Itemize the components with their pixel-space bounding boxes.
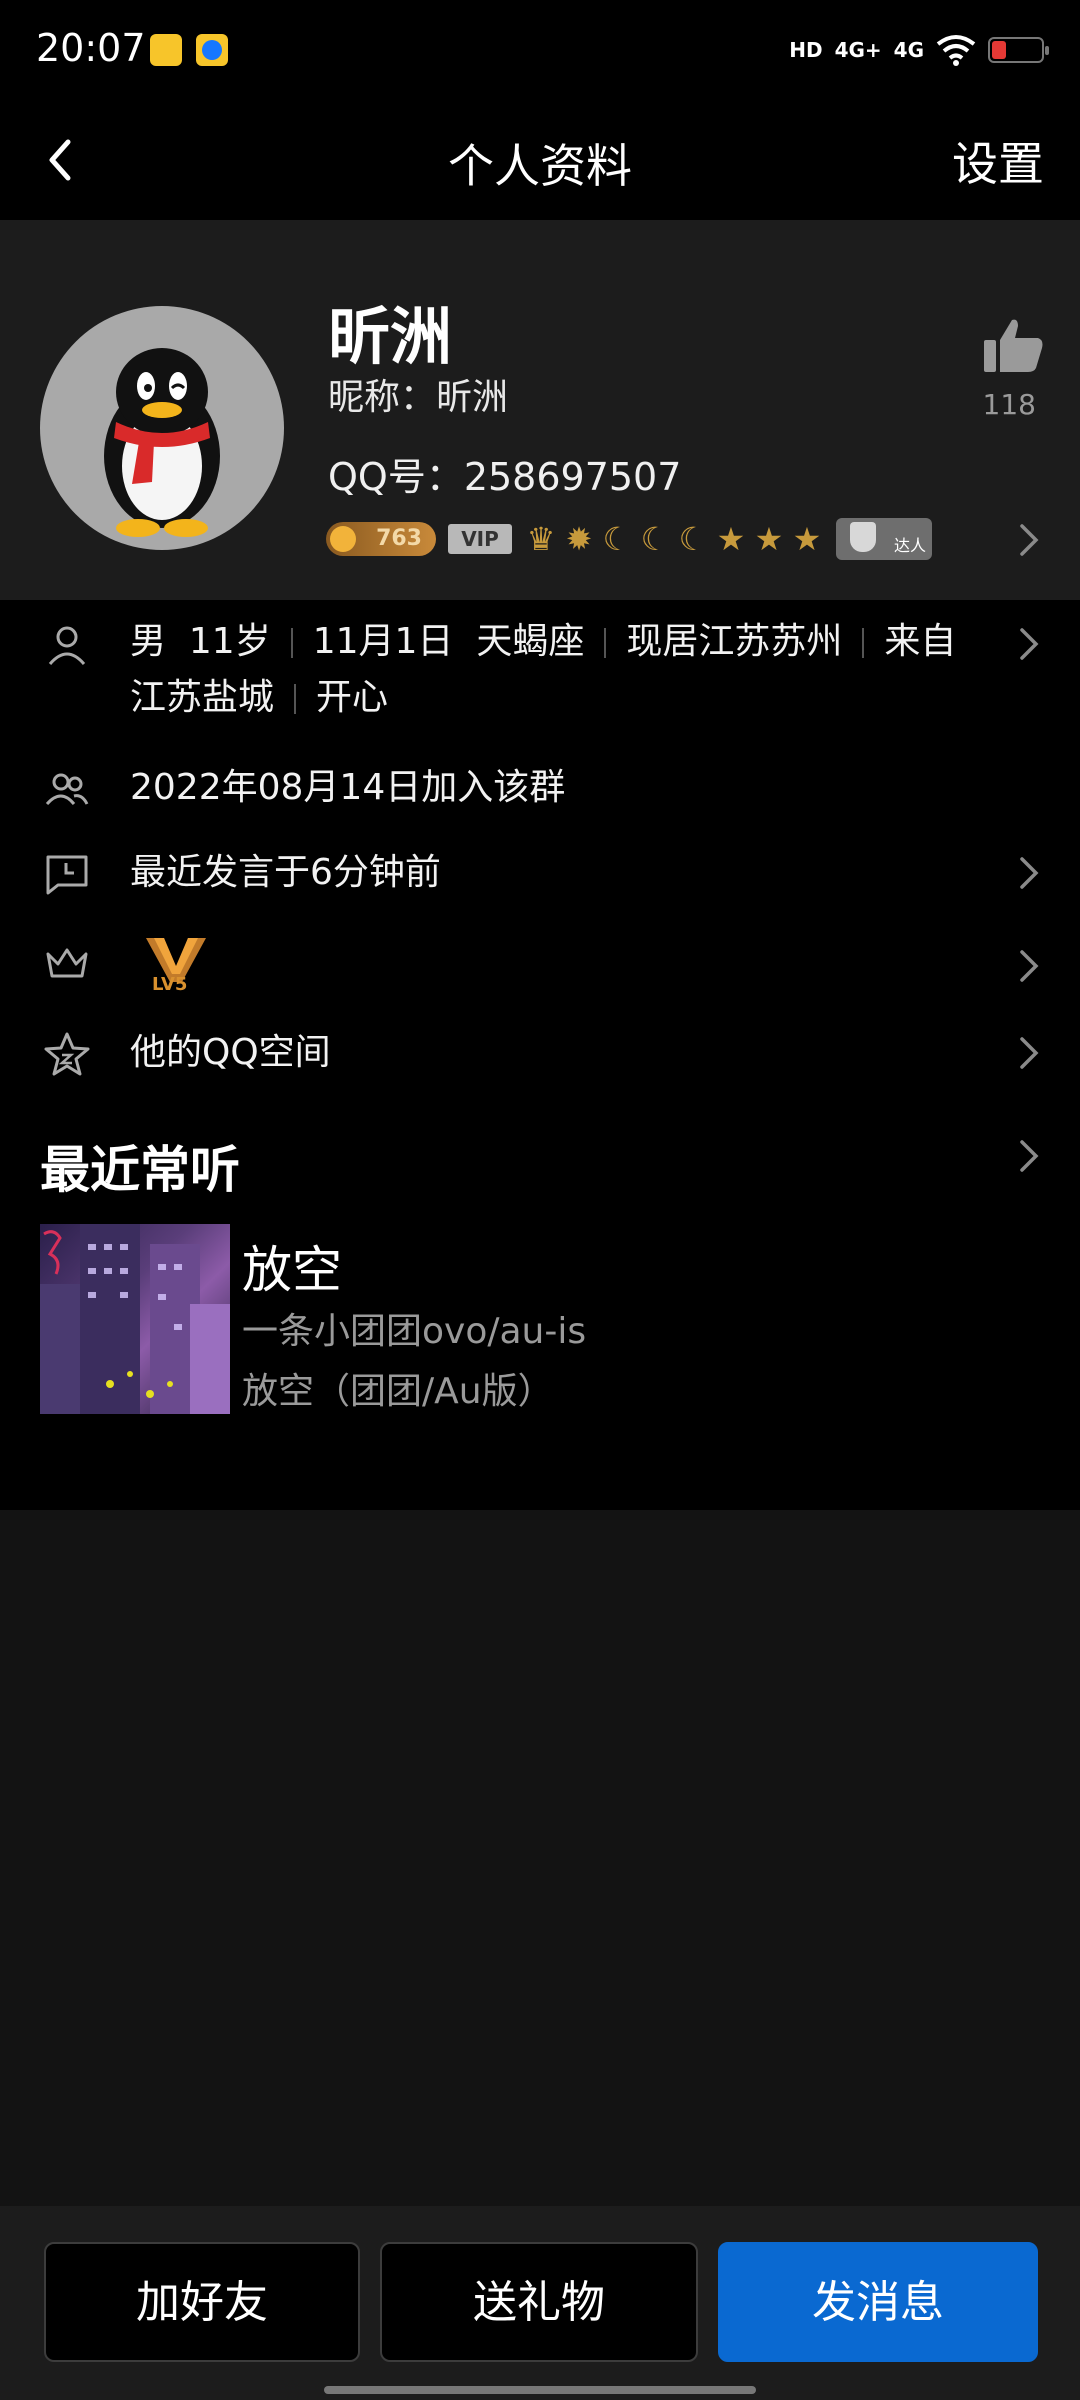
join-date-text: 2022年08月14日加入该群 — [130, 767, 566, 808]
moon-icon: ☾ — [678, 520, 708, 558]
star-icon: ★ — [716, 520, 746, 558]
last-speak-row[interactable]: 最近发言于6分钟前 — [0, 845, 1080, 915]
star-icon: ★ — [754, 520, 784, 558]
crown-icon: ♛ — [526, 520, 556, 558]
chevron-right-icon — [1020, 1037, 1039, 1069]
avatar[interactable] — [40, 306, 284, 550]
alipay-icon — [196, 34, 228, 66]
wifi-icon — [936, 35, 976, 66]
chevron-right-icon — [1020, 628, 1039, 660]
coin-badge: 763 — [326, 522, 436, 556]
badge-row[interactable]: 763 VIP ♛ ✹ ☾ ☾ ☾ ★ ★ ★ 达人 — [326, 518, 932, 560]
song-album: 放空（团团/Au版） — [242, 1371, 554, 1412]
last-speak-text: 最近发言于6分钟前 — [130, 852, 441, 893]
signal-4g-plus: 4G+ — [834, 38, 882, 62]
vip-badge: VIP — [448, 524, 512, 554]
basic-info-row[interactable]: 男 11岁 11月1日 天蝎座 现居江苏苏州 来自江苏盐城 开心 — [0, 620, 1080, 740]
moon-icon: ☾ — [640, 520, 670, 558]
chevron-right-icon — [1020, 524, 1039, 556]
mood: 开心 — [316, 677, 389, 718]
moon-icon: ☾ — [602, 520, 632, 558]
profile-card[interactable]: 昕洲 昵称：昕洲 QQ号：258697507 763 VIP ♛ ✹ ☾ ☾ ☾… — [0, 220, 1080, 600]
add-friend-button[interactable]: 加好友 — [44, 2242, 360, 2362]
like-count: 118 — [982, 388, 1036, 421]
page-title: 个人资料 — [448, 139, 632, 193]
chevron-right-icon — [1020, 950, 1039, 982]
meituan-icon — [150, 34, 182, 66]
message-clock-icon — [46, 855, 88, 895]
qzone-text: 他的QQ空间 — [130, 1032, 331, 1073]
nav-bar: 个人资料 设置 — [0, 100, 1080, 220]
crown-outline-icon — [46, 948, 88, 978]
qzone-row[interactable]: 他的QQ空间 — [0, 1025, 1080, 1095]
lv5-badge: LV5 — [142, 930, 210, 998]
group-icon — [45, 773, 89, 806]
battery-icon — [988, 37, 1049, 63]
constellation: 天蝎座 — [476, 621, 585, 662]
basic-info-text: 男 11岁 11月1日 天蝎座 现居江苏苏州 来自江苏盐城 开心 — [130, 614, 990, 726]
signal-4g: 4G — [893, 38, 924, 62]
recent-music-title: 最近常听 — [40, 1141, 240, 1199]
qq-penguin-icon — [104, 348, 220, 537]
bottom-action-bar: 加好友 送礼物 发消息 — [0, 2206, 1080, 2400]
chevron-right-icon[interactable] — [1018, 1138, 1040, 1174]
song-name[interactable]: 放空 — [242, 1230, 342, 1302]
album-cover[interactable] — [40, 1224, 230, 1414]
chevron-right-icon — [1020, 857, 1039, 889]
status-bar: 20:07 HD 4G+ 4G — [0, 0, 1080, 100]
hometown-prefix: 来自 — [884, 621, 957, 662]
info-section: 男 11岁 11月1日 天蝎座 现居江苏苏州 来自江苏盐城 开心 2022年08月14日… — [0, 600, 1080, 1510]
star-icon: ★ — [792, 520, 822, 558]
status-time: 20:07 — [36, 26, 146, 70]
hd-label: HD — [789, 38, 823, 62]
sun-icon: ✹ — [565, 520, 593, 558]
profile-name: 昕洲 — [328, 300, 453, 373]
gender: 男 — [130, 621, 167, 662]
settings-button[interactable]: 设置 — [952, 128, 1044, 194]
send-message-button[interactable]: 发消息 — [718, 2242, 1038, 2362]
profile-qq-number: QQ号：258697507 — [328, 455, 682, 499]
lv5-label: LV5 — [152, 974, 188, 995]
city-night-artwork — [40, 1224, 230, 1414]
send-gift-button[interactable]: 送礼物 — [380, 2242, 698, 2362]
home-indicator[interactable] — [324, 2386, 756, 2394]
status-indicators: HD 4G+ 4G — [789, 30, 1049, 70]
person-icon — [48, 626, 86, 666]
birthday: 11月1日 — [312, 621, 454, 662]
thumbs-up-icon[interactable] — [982, 316, 1044, 374]
profile-nickname: 昵称：昕洲 — [328, 377, 509, 418]
star-outline-icon — [44, 1032, 90, 1076]
location: 现居江苏苏州 — [626, 621, 843, 662]
hometown: 江苏盐城 — [130, 677, 275, 718]
age: 11岁 — [188, 621, 271, 662]
daren-badge: 达人 — [836, 518, 932, 560]
join-date-row: 2022年08月14日加入该群 — [0, 760, 1080, 830]
vip-level-row[interactable]: LV5 — [0, 930, 1080, 1010]
song-artist: 一条小团团ovo/au-is — [242, 1311, 587, 1352]
qq-level-icons: ♛ ✹ ☾ ☾ ☾ ★ ★ ★ — [524, 522, 824, 556]
